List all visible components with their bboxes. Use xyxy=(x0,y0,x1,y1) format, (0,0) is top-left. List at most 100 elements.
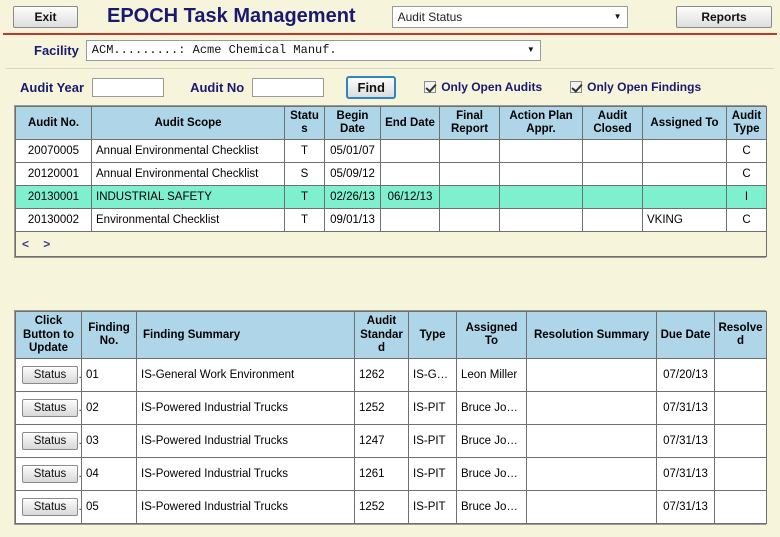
table-row[interactable]: Status 03 IS-Powered Industrial Trucks 1247… xyxy=(15,424,767,459)
cell-audit-no: 20130001 xyxy=(15,185,92,210)
only-open-audits-label: Only Open Audits xyxy=(441,80,543,94)
audits-pagination: < > xyxy=(15,231,767,258)
col-audit-standard: Audit Standard xyxy=(354,311,409,360)
cell-resolution-summary xyxy=(526,391,657,426)
col-resolution-summary: Resolution Summary xyxy=(526,311,657,360)
checkmark-icon xyxy=(424,81,437,93)
col-finding-summary: Finding Summary xyxy=(136,311,355,360)
status-button[interactable]: Status xyxy=(22,399,78,418)
cell-assigned-to xyxy=(642,185,727,210)
cell-audit-scope: Environmental Checklist xyxy=(91,208,285,233)
cell-finding-no: 03 xyxy=(81,424,137,459)
col-audit-closed: Audit Closed xyxy=(582,105,643,141)
audit-year-input[interactable] xyxy=(92,77,165,97)
cell-finding-no: 04 xyxy=(81,457,137,492)
cell-action-plan-appr xyxy=(499,208,583,233)
facility-dropdown-value: ACM.........: Acme Chemical Manuf. xyxy=(91,43,337,57)
status-button[interactable]: Status xyxy=(22,366,78,385)
cell-resolved xyxy=(714,391,767,426)
findings-table: Click Button to Update Finding No. Findi… xyxy=(15,311,767,525)
cell-finding-no: 02 xyxy=(81,391,137,426)
cell-resolved xyxy=(714,358,767,393)
facility-label: Facility xyxy=(34,42,79,58)
filter-row: Audit Year Audit No Find Only Open Audit… xyxy=(0,69,780,105)
cell-due-date: 07/31/13 xyxy=(656,391,715,426)
cell-final-report xyxy=(439,139,500,164)
col-end-date: End Date xyxy=(380,105,440,141)
cell-type: IS-PIT xyxy=(408,490,457,525)
cell-audit-scope: Annual Environmental Checklist xyxy=(91,162,285,187)
col-final-report: Final Report xyxy=(439,105,500,141)
only-open-audits-checkbox[interactable]: Only Open Audits xyxy=(424,80,542,94)
only-open-findings-checkbox[interactable]: Only Open Findings xyxy=(570,80,701,94)
table-row[interactable]: 20070005 Annual Environmental Checklist T 0… xyxy=(15,139,767,164)
cell-status: T xyxy=(284,139,325,164)
cell-resolved xyxy=(714,457,767,492)
audit-year-label: Audit Year xyxy=(20,79,85,95)
cell-status-button: Status xyxy=(15,391,82,426)
table-row[interactable]: Status 05 IS-Powered Industrial Trucks 1252… xyxy=(15,490,767,525)
col-begin-date: Begin Date xyxy=(324,105,381,141)
cell-finding-summary: IS-Powered Industrial Trucks xyxy=(136,391,355,426)
cell-type: IS-PIT xyxy=(408,424,457,459)
col-action-plan-appr: Action Plan Appr. xyxy=(499,105,583,141)
cell-due-date: 07/31/13 xyxy=(656,457,715,492)
cell-finding-summary: IS-Powered Industrial Trucks xyxy=(136,457,355,492)
page-title: EPOCH Task Management xyxy=(107,5,356,27)
exit-button[interactable]: Exit xyxy=(13,5,78,28)
table-row[interactable]: Status 04 IS-Powered Industrial Trucks 1261… xyxy=(15,457,767,492)
cell-end-date xyxy=(380,139,440,164)
audit-no-input[interactable] xyxy=(252,77,325,97)
cell-due-date: 07/20/13 xyxy=(656,358,715,393)
cell-finding-summary: IS-General Work Environment xyxy=(136,358,355,393)
cell-final-report xyxy=(439,208,500,233)
col-click-button-to-update: Click Button to Update xyxy=(15,311,82,360)
status-button[interactable]: Status xyxy=(22,432,78,451)
status-button[interactable]: Status xyxy=(22,498,78,517)
cell-audit-no: 20070005 xyxy=(15,139,92,164)
cell-resolution-summary xyxy=(526,424,657,459)
col-assigned-to: Assigned To xyxy=(642,105,727,141)
cell-audit-standard: 1262 xyxy=(354,358,409,393)
cell-assigned-to: Bruce Jones xyxy=(456,424,527,459)
cell-audit-type: C xyxy=(726,139,767,164)
cell-resolution-summary xyxy=(526,457,657,492)
facility-dropdown[interactable]: ACM.........: Acme Chemical Manuf. ▼ xyxy=(85,39,541,61)
cell-due-date: 07/31/13 xyxy=(656,490,715,525)
cell-resolved xyxy=(714,490,767,525)
cell-status-button: Status xyxy=(15,490,82,525)
audit-status-dropdown-value: Audit Status xyxy=(397,9,463,24)
cell-assigned-to: VKING xyxy=(642,208,727,233)
table-row[interactable]: 20130002 Environmental Checklist T 09/01/13… xyxy=(15,208,767,233)
cell-finding-summary: IS-Powered Industrial Trucks xyxy=(136,490,355,525)
table-row[interactable]: 20120001 Annual Environmental Checklist S 0… xyxy=(15,162,767,187)
findings-table-container: Click Button to Update Finding No. Findi… xyxy=(14,310,767,526)
only-open-findings-label: Only Open Findings xyxy=(587,80,702,94)
cell-type: IS-PIT xyxy=(408,457,457,492)
audit-no-label: Audit No xyxy=(190,79,245,95)
cell-resolution-summary xyxy=(526,358,657,393)
cell-status: T xyxy=(284,208,325,233)
reports-button[interactable]: Reports xyxy=(676,5,772,28)
cell-assigned-to: Bruce Jones xyxy=(456,391,527,426)
next-page-icon[interactable]: > xyxy=(43,237,50,251)
col-assigned-to: Assigned To xyxy=(456,311,527,360)
cell-final-report xyxy=(439,185,500,210)
table-row[interactable]: 20130001 INDUSTRIAL SAFETY T 02/26/13 06/12/… xyxy=(15,185,767,210)
cell-begin-date: 05/01/07 xyxy=(324,139,381,164)
cell-resolved xyxy=(714,424,767,459)
find-button[interactable]: Find xyxy=(346,75,397,99)
col-audit-scope: Audit Scope xyxy=(91,105,285,141)
cell-status-button: Status xyxy=(15,358,82,393)
table-row[interactable]: Status 01 IS-General Work Environment 1262 I… xyxy=(15,358,767,393)
cell-final-report xyxy=(439,162,500,187)
col-audit-type: Audit Type xyxy=(726,105,767,141)
col-due-date: Due Date xyxy=(656,311,715,360)
table-row[interactable]: Status 02 IS-Powered Industrial Trucks 1252… xyxy=(15,391,767,426)
cell-type: IS-GWE xyxy=(408,358,457,393)
prev-page-icon[interactable]: < xyxy=(22,237,29,251)
audit-status-dropdown[interactable]: Audit Status ▼ xyxy=(391,5,628,28)
cell-due-date: 07/31/13 xyxy=(656,424,715,459)
status-button[interactable]: Status xyxy=(22,465,78,484)
cell-audit-closed xyxy=(582,139,643,164)
